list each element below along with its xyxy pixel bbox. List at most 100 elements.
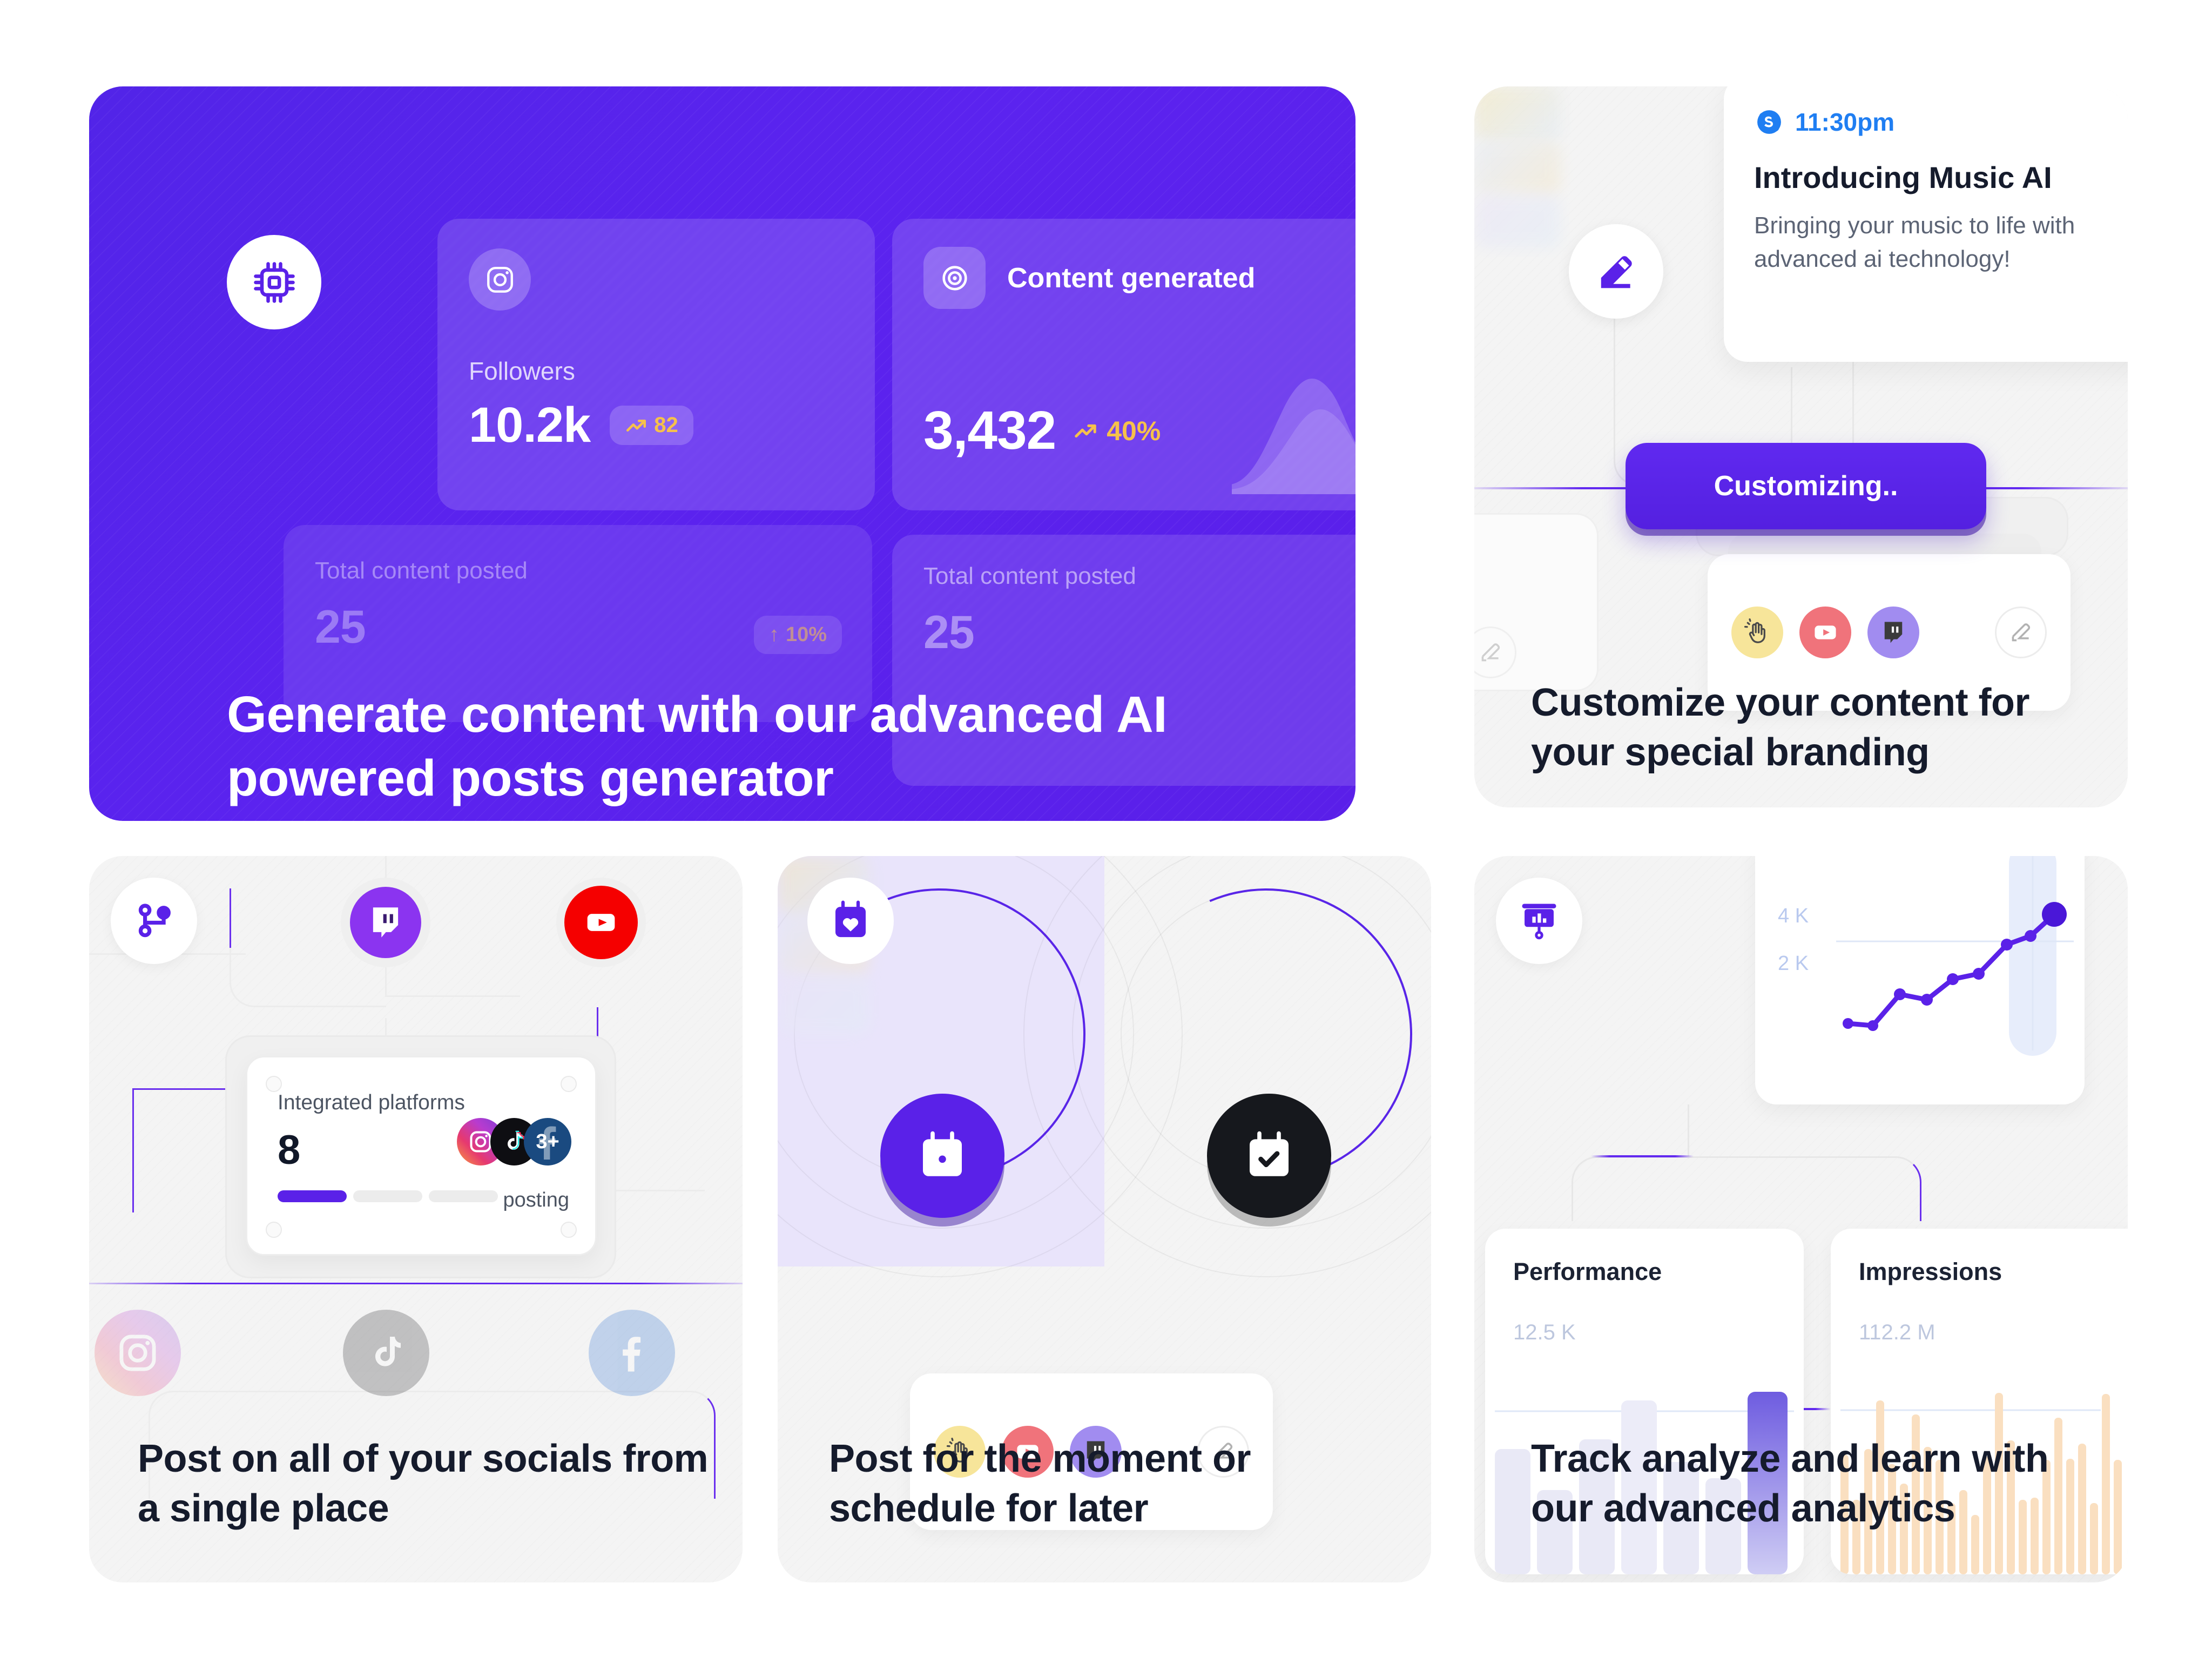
socials-caption: Post on all of your socials from a singl…: [138, 1437, 709, 1531]
hero-title: Generate content with our advanced AI po…: [227, 686, 1168, 807]
chip-icon-badge: [227, 235, 321, 329]
followers-delta: 82: [654, 413, 678, 437]
content-generated-delta-badge: 40%: [1073, 415, 1161, 447]
customizing-button[interactable]: Customizing..: [1626, 443, 1986, 529]
wire-3: [385, 995, 520, 997]
target-icon-wrap: [923, 247, 986, 309]
stat-card-content-generated[interactable]: Content generated 3,432 40%: [892, 219, 1355, 510]
twitch-node-outer[interactable]: [341, 878, 430, 967]
instagram-icon: [119, 1335, 156, 1371]
overflow-avatar: 3+: [524, 1118, 571, 1165]
calendar-heart-icon: [835, 900, 866, 938]
presentation-chart-icon: [1522, 904, 1556, 940]
stat-card-followers[interactable]: Followers 10.2k 82: [437, 219, 875, 510]
followers-label: Followers: [469, 357, 575, 385]
git-branch-icon-badge: [111, 878, 197, 964]
line-chart-svg: [1836, 856, 2074, 1050]
impressions-title: Impressions: [1859, 1258, 2002, 1285]
thumbnail-blur-3: [1474, 194, 1561, 248]
calendar-dot-node[interactable]: [880, 1094, 1004, 1218]
progress-segment-2: [353, 1190, 422, 1202]
tiktok-icon: [375, 1337, 401, 1366]
calendar-heart-icon-badge: [807, 878, 894, 964]
instagram-icon-faded: [95, 1310, 181, 1396]
calendar-check-icon: [1250, 1131, 1289, 1176]
hero-card: Followers 10.2k 82 Content generated 3,4…: [89, 86, 1355, 821]
schedule-caption: Post for the moment or schedule for late…: [829, 1437, 1251, 1531]
trend-up-icon: [626, 419, 646, 432]
total-posted-label-2: Total content posted: [923, 563, 1136, 589]
chip-icon: [253, 261, 295, 303]
youtube-icon-wrap[interactable]: [1799, 607, 1851, 658]
wave-hand-icon: [1744, 618, 1765, 643]
instagram-icon: [487, 266, 513, 293]
pencil-outline-icon: [2012, 623, 2031, 642]
analytics-accent-line: [1591, 1155, 1694, 1157]
tiktok-icon-faded: [343, 1310, 429, 1396]
edit-icon-button[interactable]: [1995, 607, 2047, 658]
screw-bl: [266, 1222, 282, 1238]
total-posted-label-1: Total content posted: [315, 557, 528, 584]
connector-line: [1614, 319, 1615, 421]
hero-subtitle: Where creativity meets functionality to …: [227, 818, 1307, 821]
analytics-wire-top: [1688, 1104, 1689, 1158]
facebook-icon: [623, 1337, 641, 1372]
overflow-count: 3+: [536, 1130, 559, 1153]
twitch-icon-wrap[interactable]: [1867, 607, 1919, 658]
thumbnail-blur-1: [1474, 86, 1561, 140]
total-posted-delta-badge-1: ↑ 10%: [753, 616, 842, 654]
platform-value: 8: [278, 1127, 301, 1173]
notification-body: Bringing your music to life with advance…: [1754, 212, 2075, 273]
integrated-platforms-card[interactable]: Integrated platforms 8 3+ posting: [246, 1056, 597, 1256]
progress-segment-filled: [278, 1190, 347, 1202]
content-generated-value: 3,432: [923, 400, 1056, 461]
calendar-dot-icon: [923, 1131, 962, 1176]
customize-caption: Customize your content for your special …: [1531, 681, 2030, 774]
target-icon: [942, 265, 967, 291]
youtube-icon: [1815, 625, 1836, 639]
sparkline-area-chart: [1232, 379, 1355, 494]
calendar-check-node[interactable]: [1207, 1094, 1331, 1218]
followers-delta-badge: 82: [610, 406, 693, 445]
line-chart-card[interactable]: 4 K 2 K: [1755, 856, 2085, 1104]
posting-status: posting: [503, 1189, 569, 1211]
youtube-icon: [587, 914, 615, 931]
thumbnail-blur-3: [778, 975, 869, 1034]
facebook-icon-faded: [589, 1310, 675, 1396]
twitch-icon: [1884, 622, 1903, 643]
impressions-value: 112.2 M: [1859, 1320, 1936, 1345]
youtube-node-outer[interactable]: [556, 878, 646, 967]
screw-tr: [561, 1076, 577, 1092]
twitch-icon-wrap: [350, 887, 421, 958]
pencil-icon: [1601, 255, 1632, 288]
platform-label: Integrated platforms: [278, 1091, 465, 1114]
content-generated-label: Content generated: [1007, 262, 1256, 294]
total-posted-value-2: 25: [923, 607, 975, 658]
accent-divider: [89, 1283, 743, 1284]
arrow-up-icon: ↑: [768, 623, 779, 646]
pencil-outline-icon: [1481, 643, 1500, 662]
twitch-icon: [373, 907, 399, 938]
git-branch-icon: [138, 904, 171, 938]
tiktok-icon: [508, 1130, 524, 1150]
followers-value: 10.2k: [469, 397, 591, 453]
wave-hand-icon-wrap[interactable]: [1731, 607, 1783, 658]
screw-br: [561, 1222, 577, 1238]
performance-value: 12.5 K: [1513, 1320, 1576, 1345]
skype-icon: [1757, 110, 1781, 134]
total-posted-delta-1: 10%: [785, 623, 827, 646]
instagram-icon-wrap: [469, 248, 531, 311]
progress-segment-3: [429, 1190, 498, 1202]
analytics-wire-right: [1689, 1156, 1921, 1221]
platform-avatars: 3+: [457, 1118, 571, 1165]
notification-card[interactable]: 11:30pm Introducing Music AI Bringing yo…: [1724, 86, 2128, 362]
presentation-chart-icon-badge: [1496, 878, 1582, 964]
notification-time: 11:30pm: [1795, 108, 1895, 136]
analytics-wire-left: [1572, 1156, 1690, 1221]
content-generated-delta: 40%: [1107, 415, 1161, 446]
screw-tl: [266, 1076, 282, 1092]
pencil-icon-badge: [1569, 224, 1663, 319]
wire-accent-2: [132, 1088, 134, 1212]
youtube-icon-wrap: [564, 886, 638, 959]
total-posted-value-1: 25: [315, 601, 366, 653]
